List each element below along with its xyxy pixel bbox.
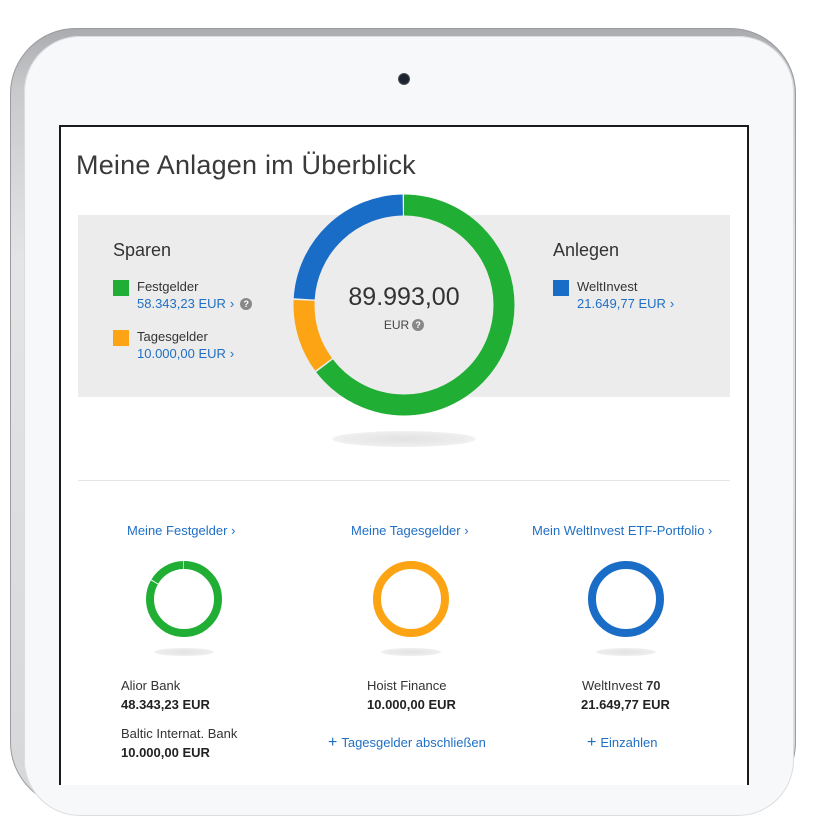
tagesgelder-abschliessen-link[interactable]: + Tagesgelder abschließen xyxy=(328,734,486,751)
page-title: Meine Anlagen im Überblick xyxy=(76,150,416,180)
link-meine-tagesgelder[interactable]: Meine Tagesgelder › xyxy=(351,523,469,538)
tagesgelder-swatch xyxy=(113,330,129,346)
total-value: 89.993,00 xyxy=(348,283,460,311)
weltinvest-amount: 21.649,77 EUR xyxy=(577,296,666,311)
legend-item-tagesgelder: Tagesgelder 10.000,00 EUR › xyxy=(113,329,234,363)
anlegen-title: Anlegen xyxy=(553,240,620,260)
ring-segment xyxy=(373,561,449,637)
tagesgelder-abschliessen-label: Tagesgelder abschließen xyxy=(341,735,486,750)
bank-name-suffix: 70 xyxy=(646,678,661,693)
help-icon[interactable]: ? xyxy=(412,319,425,331)
festgelder-swatch xyxy=(113,280,129,296)
chevron-right-icon: › xyxy=(229,296,235,311)
chevron-right-icon: › xyxy=(708,523,713,538)
chevron-right-icon: › xyxy=(464,523,469,538)
bank-amount: 10.000,00 EUR xyxy=(121,745,210,760)
chevron-right-icon: › xyxy=(231,523,236,538)
festgelder-amount: 58.343,23 EUR xyxy=(137,296,226,311)
link-meine-tagesgelder-label: Meine Tagesgelder xyxy=(351,523,461,538)
weltinvest-swatch xyxy=(553,280,569,296)
bank-name: Baltic Internat. Bank xyxy=(121,726,238,741)
link-weltinvest-portfolio-label: Mein WeltInvest ETF-Portfolio xyxy=(532,523,705,538)
festgelder-amount-link[interactable]: 58.343,23 EUR › ? xyxy=(137,295,253,313)
legend-item-festgelder: Festgelder 58.343,23 EUR › ? xyxy=(113,279,253,313)
legend-label-tagesgelder: Tagesgelder xyxy=(137,329,208,344)
legend-item-weltinvest: WeltInvest 21.649,77 EUR › xyxy=(553,279,674,313)
sparen-title: Sparen xyxy=(113,240,172,260)
weltinvest-ring-chart xyxy=(588,561,664,637)
donut-shadow xyxy=(332,431,476,447)
link-meine-festgelder-label: Meine Festgelder xyxy=(127,523,228,538)
bank-amount: 10.000,00 EUR xyxy=(367,697,456,712)
legend-label-weltinvest: WeltInvest xyxy=(577,279,638,294)
help-icon[interactable]: ? xyxy=(240,298,253,310)
tagesgelder-amount-link[interactable]: 10.000,00 EUR › xyxy=(137,345,234,363)
chevron-right-icon: › xyxy=(669,296,675,311)
bank-amount: 48.343,23 EUR xyxy=(121,697,210,712)
plus-icon: + xyxy=(587,734,597,751)
bank-name: Hoist Finance xyxy=(367,678,447,693)
plus-icon: + xyxy=(328,734,338,751)
ring-shadow xyxy=(154,648,214,656)
tagesgelder-amount: 10.000,00 EUR xyxy=(137,346,226,361)
ring-segment xyxy=(588,561,664,637)
link-meine-festgelder[interactable]: Meine Festgelder › xyxy=(127,523,235,538)
ring-shadow xyxy=(596,648,656,656)
ring-shadow xyxy=(381,648,441,656)
total-unit-row: EUR ? xyxy=(292,318,516,332)
bank-name: WeltInvest xyxy=(582,678,643,693)
camera-icon xyxy=(398,73,410,85)
weltinvest-amount-link[interactable]: 21.649,77 EUR › xyxy=(577,295,674,313)
legend-label-festgelder: Festgelder xyxy=(137,279,199,294)
bank-amount: 21.649,77 EUR xyxy=(581,697,670,712)
chevron-right-icon: › xyxy=(229,346,235,361)
einzahlen-link[interactable]: + Einzahlen xyxy=(587,734,658,751)
festgelder-ring-chart xyxy=(146,561,222,637)
bank-name: Alior Bank xyxy=(121,678,181,693)
einzahlen-label: Einzahlen xyxy=(600,735,658,750)
divider xyxy=(78,480,730,481)
bank-name-row: WeltInvest 70 xyxy=(582,678,661,693)
total-unit: EUR xyxy=(383,318,410,332)
link-weltinvest-portfolio[interactable]: Mein WeltInvest ETF-Portfolio › xyxy=(532,523,712,538)
tagesgelder-ring-chart xyxy=(373,561,449,637)
